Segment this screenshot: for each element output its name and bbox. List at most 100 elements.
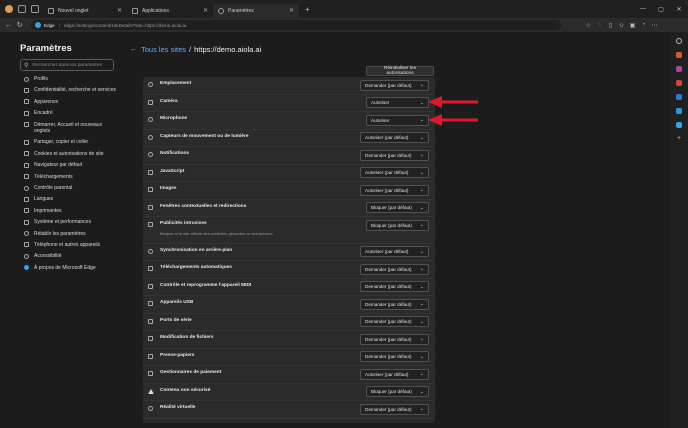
favorite-star-icon[interactable]: ☆ [583, 22, 594, 29]
permission-select-value: Autoriser (par défaut) [365, 170, 409, 175]
sidebar-item-share[interactable]: Partager, copier et coller [24, 139, 116, 146]
permission-select[interactable]: Bloquer (par défaut) ⌄ [366, 202, 429, 213]
sidebar-item-phone[interactable]: Téléphone et autres appareils [24, 242, 116, 249]
back-arrow-icon[interactable]: ← [130, 46, 137, 53]
copilot-icon[interactable]: ◔ [638, 22, 649, 28]
minimize-icon[interactable]: — [634, 6, 652, 12]
outlook-icon[interactable] [676, 108, 682, 114]
permission-select[interactable]: Autoriser (par défaut) ⌄ [360, 368, 429, 380]
permission-row: Téléchargements automatiques Demander (pa… [143, 261, 435, 279]
close-tab-icon[interactable]: ✕ [117, 7, 122, 14]
sidebar-item-printers[interactable]: Imprimantes [24, 208, 116, 215]
sidebar-item-appearance[interactable]: Apparence [24, 99, 116, 106]
permission-select[interactable]: Demander (par défaut) ⌄ [360, 351, 429, 362]
permission-select[interactable]: Demander (par défaut) ⌄ [360, 333, 429, 345]
sidebar-item-label: Partager, copier et coller [34, 139, 89, 146]
gear-icon [218, 7, 224, 14]
tools-icon[interactable] [676, 66, 682, 72]
tab-applications[interactable]: Applications ✕ [127, 4, 213, 18]
favorites-icon[interactable]: ✩ [616, 22, 627, 29]
cookie-icon [24, 151, 29, 157]
close-window-icon[interactable]: ✕ [670, 6, 688, 13]
permission-description: Bloquer si le site affiche des publicité… [160, 230, 273, 236]
maximize-icon[interactable]: ▢ [652, 6, 670, 13]
close-tab-icon[interactable]: ✕ [289, 7, 294, 14]
permission-select-value: Demander (par défaut) [365, 284, 412, 289]
permission-select[interactable]: Demander (par défaut) ⌄ [360, 316, 429, 327]
sidebar-item-languages[interactable]: Langues [24, 196, 116, 203]
office-icon[interactable] [676, 94, 682, 100]
add-sidebar-app-icon[interactable]: + [675, 135, 683, 142]
reset-permissions-button[interactable]: Réinitialiser les autorisations [366, 66, 434, 76]
workspaces-icon[interactable] [18, 5, 26, 13]
permission-select[interactable]: Bloquer (par défaut) ⌄ [366, 219, 429, 231]
refresh-icon[interactable]: ↻ [14, 21, 25, 29]
tab-settings[interactable]: Paramètres ✕ [213, 3, 299, 18]
permission-select-value: Bloquer (par défaut) [371, 222, 412, 228]
permission-select[interactable]: Autoriser (par défaut) ⌄ [360, 246, 429, 257]
window-controls: — ▢ ✕ [634, 0, 688, 18]
breadcrumb-all-sites-link[interactable]: Tous les sites [141, 45, 186, 54]
sidebar-item-label: Cookies et autorisations de site [34, 150, 104, 157]
permission-select-value: Demander (par défaut) [365, 301, 412, 307]
sidebar-item-reset[interactable]: Rétablir les paramètres [24, 231, 116, 238]
url-brand: Edge [44, 22, 55, 28]
more-options-icon[interactable]: ⋯ [649, 22, 660, 29]
chevron-down-icon: ⌄ [419, 318, 424, 325]
url-field[interactable]: Edge | edge://settings/content/siteDetai… [31, 20, 561, 30]
new-tab-button[interactable]: + [305, 5, 310, 14]
sidebar-item-family[interactable]: Contrôle parental [24, 185, 116, 192]
chevron-down-icon: ⌄ [419, 336, 424, 342]
permission-select[interactable]: Autoriser (par défaut) ⌄ [360, 184, 429, 196]
permission-select[interactable]: Autoriser (par défaut) ⌄ [360, 132, 429, 143]
permission-label: Emplacement [160, 81, 192, 86]
sidebar-item-cookies[interactable]: Cookies et autorisations de site [24, 151, 116, 158]
tab-new-tab[interactable]: Nouvel onglet ✕ [43, 4, 127, 18]
permission-select[interactable]: Autoriser (par défaut) ⌄ [360, 167, 429, 178]
ads-icon [148, 222, 153, 227]
sidebar-item-accessibility[interactable]: Accessibilité [24, 253, 116, 260]
permission-select[interactable]: Demander (par défaut) ⌄ [360, 281, 429, 292]
permission-select[interactable]: Bloquer (par défaut) ⌄ [366, 386, 429, 397]
search-icon[interactable] [676, 38, 682, 44]
url-separator: | [58, 22, 60, 28]
file-icon [148, 336, 153, 341]
collections-icon[interactable]: ▣ [627, 22, 638, 29]
sidebar-item-start-home[interactable]: Démarrer, Accueil et nouveaux onglets [24, 122, 116, 135]
profile-avatar-icon[interactable] [5, 5, 13, 13]
permission-label: Microphone [160, 116, 188, 121]
back-icon[interactable]: ← [3, 22, 14, 29]
permissions-list: Emplacement Demander (par défaut) ⌄ Caméra A… [143, 77, 435, 419]
permission-select[interactable]: Demander (par défaut) ⌄ [360, 263, 429, 275]
permission-select[interactable]: Demander (par défaut) ⌄ [360, 149, 429, 161]
close-tab-icon[interactable]: ✕ [203, 7, 208, 14]
shopping-icon[interactable] [676, 52, 682, 58]
search-input[interactable] [32, 62, 105, 68]
sidebar-item-profiles[interactable]: Profils [24, 76, 116, 83]
tab-actions-icon[interactable] [31, 5, 39, 13]
permission-select[interactable]: Autoriser ⌄ [366, 97, 429, 108]
sidebar-item-privacy[interactable]: Confidentialité, recherche et services [24, 87, 116, 94]
sidebar-item-sidebar[interactable]: Encadré [24, 110, 116, 117]
send-icon[interactable] [676, 122, 682, 128]
bell-icon [148, 152, 153, 157]
permission-select[interactable]: Autoriser ⌄ [366, 114, 429, 126]
games-icon[interactable] [676, 80, 682, 86]
usb-icon [148, 301, 153, 306]
sidebar-item-default-browser[interactable]: Navigateur par défaut [24, 162, 116, 169]
phone-icon [24, 242, 29, 248]
permission-row: Ports de série Demander (par défaut) ⌄ [143, 314, 435, 331]
permission-row: Microphone Autoriser ⌄ [143, 112, 435, 130]
split-screen-icon[interactable]: ▯ [605, 22, 616, 29]
sidebar-item-system[interactable]: Système et performances [24, 219, 116, 226]
permission-select[interactable]: Demander (par défaut) ⌄ [360, 79, 429, 91]
permission-select[interactable]: Demander (par défaut) ⌄ [360, 403, 429, 415]
extensions-icon[interactable]: ◌ [594, 22, 605, 28]
permission-row: Réalité virtuelle Demander (par défaut) ⌄ [143, 401, 435, 419]
permission-select-value: Demander (par défaut) [365, 336, 412, 342]
settings-search[interactable]: ⚲ [20, 59, 114, 71]
sidebar-item-downloads[interactable]: Téléchargements [24, 174, 116, 181]
sidebar-item-about[interactable]: À propos de Microsoft Edge [24, 265, 116, 272]
camera-icon [148, 99, 153, 105]
permission-select[interactable]: Demander (par défaut) ⌄ [360, 298, 429, 310]
